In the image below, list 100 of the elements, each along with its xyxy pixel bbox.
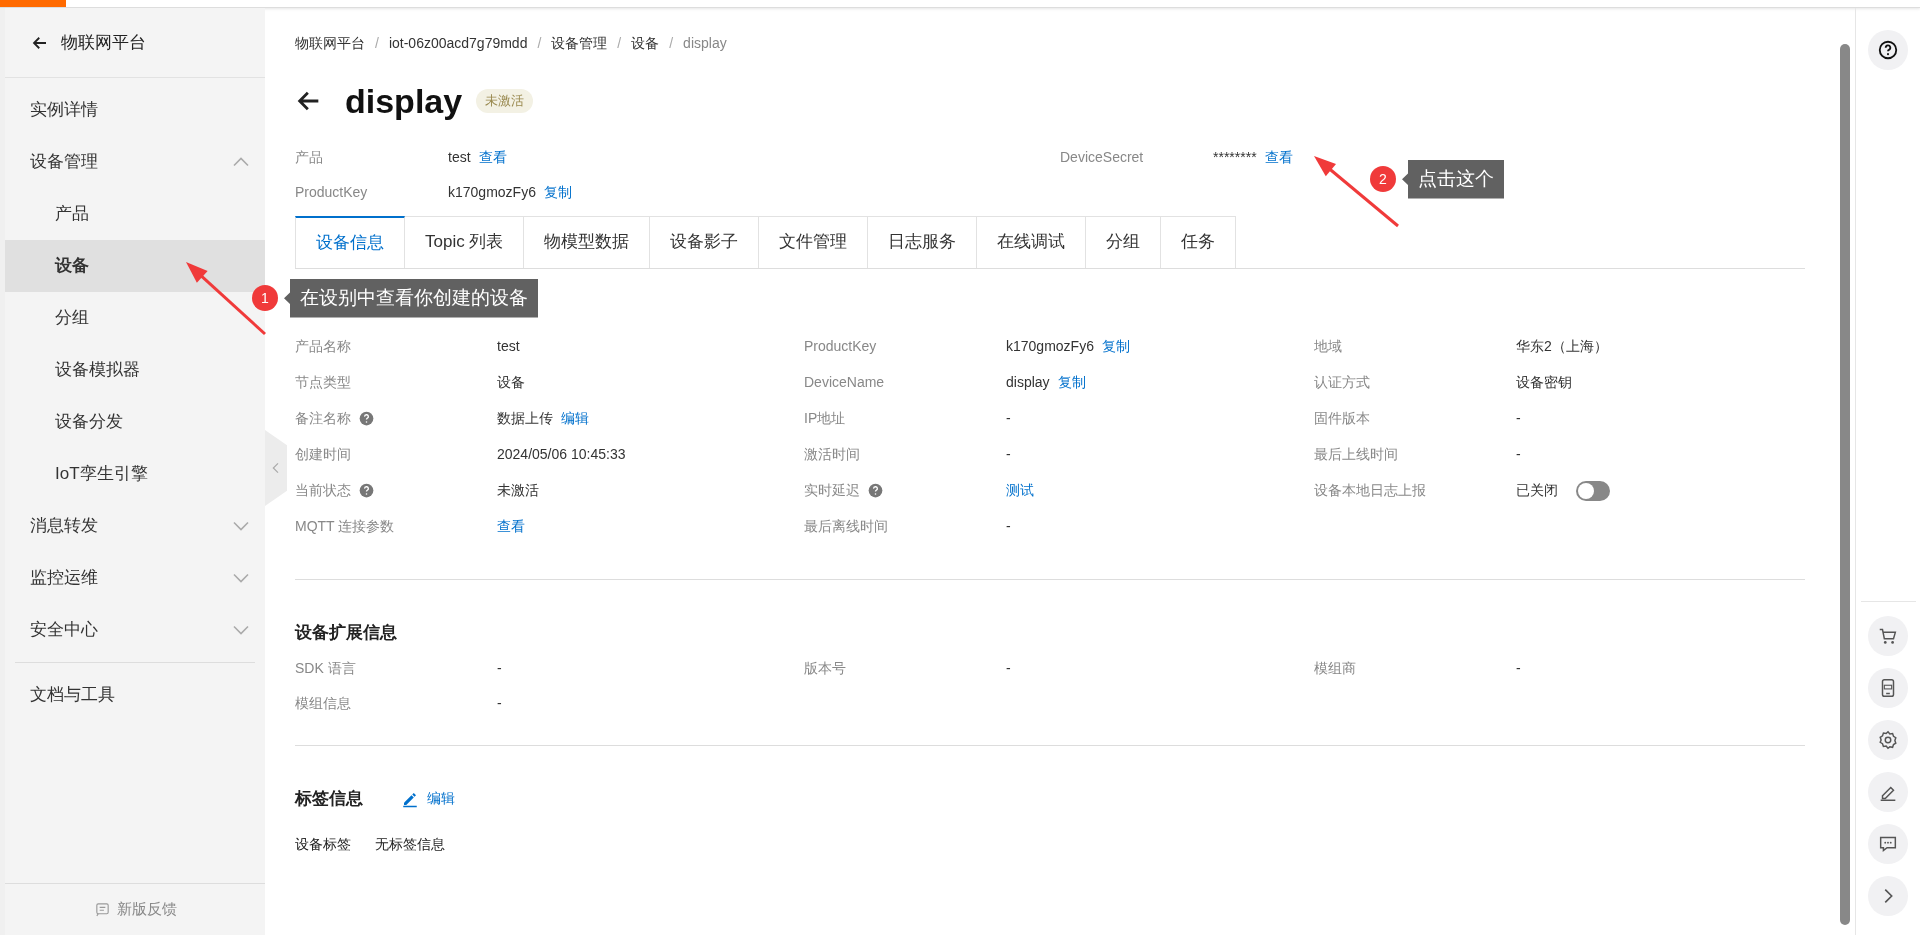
field-label: MQTT 连接参数 — [295, 517, 395, 536]
field-value: - — [1516, 445, 1521, 464]
tab[interactable]: 设备影子 — [650, 216, 760, 268]
field-label: 最后离线时间 — [804, 517, 888, 536]
field-value: 无标签信息 — [375, 834, 445, 854]
page-title: display — [345, 80, 463, 122]
section-title: 设备扩展信息 — [295, 621, 398, 644]
action-link[interactable]: 查看 — [478, 147, 507, 168]
sidebar-item[interactable]: 设备分发 — [5, 396, 265, 448]
action-link[interactable]: 复制 — [543, 182, 572, 203]
step-number-badge: 1 — [252, 285, 278, 312]
toolbar-button[interactable] — [1868, 720, 1908, 760]
toolbar-button[interactable] — [1868, 668, 1908, 708]
action-link[interactable]: 测试 — [1006, 480, 1034, 501]
annotation-callout: 在设别中查看你创建的设备 — [284, 279, 538, 318]
field-value: 设备 — [497, 373, 525, 392]
breadcrumb-separator: / — [537, 33, 542, 53]
field-value: 数据上传 — [497, 409, 553, 428]
field-value: display — [1006, 373, 1050, 392]
field-value: - — [1006, 409, 1011, 428]
tab[interactable]: 物模型数据 — [524, 216, 651, 268]
breadcrumb-link[interactable]: 物联网平台 — [295, 32, 365, 54]
field-value: - — [497, 659, 502, 678]
sidebar-item[interactable]: 设备 — [5, 240, 265, 292]
action-link[interactable]: 查看 — [497, 516, 525, 537]
field-label: 产品名称 — [295, 337, 351, 356]
edit-link[interactable]: 编辑 — [401, 788, 455, 810]
action-link[interactable]: 编辑 — [561, 408, 589, 429]
breadcrumb-link[interactable]: iot-06z00acd7g79mdd — [388, 32, 528, 54]
toggle-switch[interactable] — [1576, 480, 1610, 501]
field-value: 未激活 — [497, 481, 539, 500]
field-label: 当前状态 — [295, 481, 351, 500]
field-label: 模组商 — [1314, 659, 1356, 678]
breadcrumb-separator: / — [617, 33, 622, 53]
breadcrumb-separator: / — [375, 33, 379, 53]
field-value: - — [1006, 445, 1011, 464]
toolbar-button[interactable] — [1868, 616, 1908, 656]
action-link[interactable]: 复制 — [1057, 372, 1086, 393]
field-label: 版本号 — [804, 659, 846, 678]
tab[interactable]: 文件管理 — [759, 216, 869, 268]
field-label: 激活时间 — [804, 445, 860, 464]
tab[interactable]: 分组 — [1086, 216, 1162, 268]
help-icon — [1877, 39, 1899, 61]
sidebar-item[interactable]: 文档与工具 — [5, 669, 265, 721]
sidebar-item[interactable]: 实例详情 — [5, 84, 265, 136]
field-value: test — [448, 148, 471, 167]
field-label: 固件版本 — [1314, 409, 1370, 428]
field-value: test — [497, 337, 520, 356]
scrollbar[interactable] — [1840, 44, 1850, 925]
field-label: IP地址 — [804, 409, 846, 428]
field-label: 备注名称 — [295, 409, 351, 428]
field-label: 创建时间 — [295, 445, 351, 464]
sidebar-item[interactable]: 消息转发 — [5, 500, 265, 552]
tab[interactable]: 在线调试 — [977, 216, 1087, 268]
sidebar-item[interactable]: 设备模拟器 — [5, 344, 265, 396]
field-label: 模组信息 — [295, 694, 351, 713]
help-button[interactable] — [1868, 30, 1908, 70]
tab[interactable]: Topic 列表 — [405, 216, 525, 268]
field-label: 节点类型 — [295, 373, 351, 392]
sidebar-item[interactable]: IoT孪生引擎 — [5, 448, 265, 500]
sidebar-item[interactable]: 安全中心 — [5, 604, 265, 656]
field-value: 华东2（上海） — [1516, 337, 1608, 356]
field-value: - — [1516, 409, 1521, 428]
sidebar-item[interactable]: 设备管理 — [5, 136, 265, 188]
field-value: - — [497, 694, 502, 713]
tab[interactable]: 日志服务 — [868, 216, 978, 268]
status-badge: 未激活 — [476, 89, 534, 113]
field-value: ******** — [1213, 148, 1257, 167]
annotation-callout: 点击这个 — [1402, 160, 1504, 199]
field-label: 产品 — [295, 148, 324, 167]
field-value: k170gmozFy6 — [448, 183, 536, 202]
field-label: 设备本地日志上报 — [1314, 481, 1426, 500]
field-label: 实时延迟 — [804, 481, 860, 500]
breadcrumb-link[interactable]: 设备 — [631, 32, 660, 54]
field-label: DeviceSecret — [1060, 148, 1145, 167]
field-label: 认证方式 — [1314, 373, 1370, 392]
field-label: ProductKey — [295, 183, 369, 202]
field-label: DeviceName — [804, 373, 885, 392]
toolbar-button[interactable] — [1868, 824, 1908, 864]
accent-bar — [0, 0, 66, 7]
breadcrumb-current: display — [683, 33, 727, 53]
field-label: ProductKey — [804, 337, 877, 356]
field-value: 设备密钥 — [1516, 373, 1572, 392]
field-label: 设备标签 — [295, 834, 351, 854]
breadcrumb-link[interactable]: 设备管理 — [551, 32, 608, 54]
settings-icon — [1877, 729, 1899, 751]
action-link[interactable]: 查看 — [1264, 147, 1293, 168]
sidebar-item[interactable]: 监控运维 — [5, 552, 265, 604]
toolbar-button[interactable] — [1868, 772, 1908, 812]
tab[interactable]: 任务 — [1161, 216, 1237, 268]
field-label: 地域 — [1314, 337, 1342, 356]
field-value: - — [1006, 517, 1011, 536]
back-link[interactable]: 物联网平台 — [61, 29, 146, 56]
feedback-icon — [93, 901, 111, 918]
action-link[interactable]: 复制 — [1101, 336, 1130, 357]
field-value: 已关闭 — [1516, 481, 1558, 500]
field-value: - — [1006, 659, 1011, 678]
field-value: k170gmozFy6 — [1006, 337, 1094, 356]
tab[interactable]: 设备信息 — [295, 216, 405, 268]
sidebar-item[interactable]: 产品 — [5, 188, 265, 240]
